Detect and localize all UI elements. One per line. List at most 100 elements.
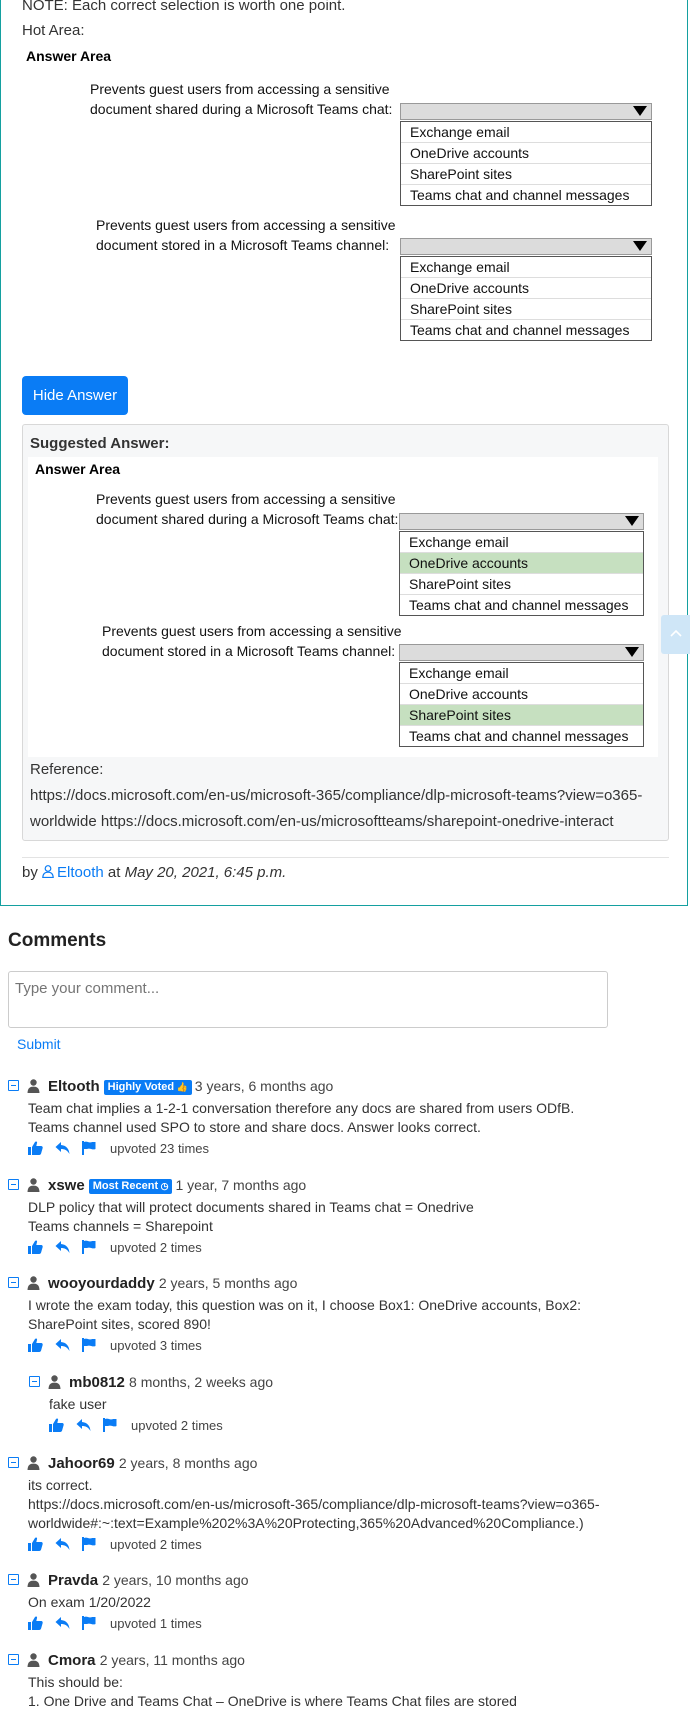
comment-body: fake user <box>49 1395 669 1414</box>
user-icon <box>48 1375 61 1389</box>
comment-body: On exam 1/20/2022 <box>28 1593 648 1612</box>
user-icon <box>27 1456 40 1470</box>
flag-icon[interactable] <box>82 1338 96 1352</box>
comment-username[interactable]: mb0812 <box>69 1374 125 1391</box>
comment-username[interactable]: Eltooth <box>48 1078 100 1095</box>
dropdown-option[interactable]: SharePoint sites <box>401 164 651 185</box>
comment-body: DLP policy that will protect documents s… <box>28 1198 648 1236</box>
comment-line: I wrote the exam today, this question wa… <box>28 1297 582 1313</box>
reply-icon[interactable] <box>55 1141 70 1155</box>
comment-username[interactable]: wooyourdaddy <box>48 1275 155 1292</box>
reply-icon[interactable] <box>55 1616 70 1630</box>
submit-button[interactable]: Submit <box>17 1036 61 1052</box>
upvote-icon[interactable] <box>28 1141 43 1155</box>
dropdown-1[interactable] <box>400 103 652 120</box>
dropdown-option[interactable]: Teams chat and channel messages <box>401 185 651 205</box>
suggested-answer-title: Suggested Answer: <box>30 435 170 452</box>
comment-username[interactable]: Jahoor69 <box>48 1455 115 1472</box>
comment-username[interactable]: xswe <box>48 1177 85 1194</box>
answer-area-label: Answer Area <box>26 48 112 64</box>
collapse-icon[interactable] <box>8 1179 19 1190</box>
comment-line: worldwide#:~:text=Example%202%3A%20Prote… <box>28 1515 584 1531</box>
dropdown-option[interactable]: Exchange email <box>401 122 651 143</box>
user-icon <box>27 1178 40 1192</box>
comment-username[interactable]: Pravda <box>48 1572 98 1589</box>
collapse-icon[interactable] <box>8 1574 19 1585</box>
collapse-icon[interactable] <box>8 1277 19 1288</box>
comment-username[interactable]: Cmora <box>48 1652 96 1669</box>
dropdown-2-list: Exchange email OneDrive accounts SharePo… <box>400 256 652 341</box>
suggested-statement-2: Prevents guest users from accessing a se… <box>102 621 402 661</box>
comment-header: Jahoor69 2 years, 8 months ago <box>8 1455 648 1473</box>
comment-line: 1. One Drive and Teams Chat – OneDrive i… <box>28 1693 517 1709</box>
statement-2-line2: document stored in a Microsoft Teams cha… <box>96 237 390 253</box>
dropdown-option[interactable]: SharePoint sites <box>401 299 651 320</box>
collapse-icon[interactable] <box>29 1376 40 1387</box>
comment-line: its correct. <box>28 1477 93 1493</box>
dropdown-option: SharePoint sites <box>400 574 643 595</box>
comment-user[interactable]: Cmora 2 years, 11 months ago <box>48 1652 245 1669</box>
dropdown-option: Exchange email <box>400 663 643 684</box>
comment-body: This should be: 1. One Drive and Teams Ch… <box>28 1673 648 1711</box>
comment-user[interactable]: mb0812 8 months, 2 weeks ago <box>69 1374 273 1391</box>
reply-icon[interactable] <box>55 1338 70 1352</box>
hot-area-label: Hot Area: <box>22 22 85 39</box>
reply-icon[interactable] <box>55 1537 70 1551</box>
upvote-icon[interactable] <box>28 1338 43 1352</box>
dropdown-option[interactable]: OneDrive accounts <box>401 278 651 299</box>
comment-user[interactable]: Eltooth Highly Voted 👍 3 years, 6 months a… <box>48 1078 333 1095</box>
comment: Eltooth Highly Voted 👍 3 years, 6 months a… <box>8 1078 648 1158</box>
flag-icon[interactable] <box>82 1537 96 1551</box>
suggested-statement-1: Prevents guest users from accessing a se… <box>96 489 398 529</box>
collapse-icon[interactable] <box>8 1080 19 1091</box>
dropdown-option[interactable]: Exchange email <box>401 257 651 278</box>
upvote-icon[interactable] <box>28 1537 43 1551</box>
dropdown-option[interactable]: Teams chat and channel messages <box>401 320 651 340</box>
flag-icon[interactable] <box>82 1240 96 1254</box>
dropdown-2[interactable] <box>400 238 652 255</box>
flag-icon[interactable] <box>103 1418 117 1432</box>
scroll-top-button[interactable] <box>661 615 690 654</box>
upvote-count: upvoted 2 times <box>110 1537 202 1552</box>
collapse-icon[interactable] <box>8 1457 19 1468</box>
dropdown-option-selected: SharePoint sites <box>400 705 643 726</box>
suggested-dropdown-2 <box>399 644 644 661</box>
upvote-count: upvoted 2 times <box>131 1418 223 1433</box>
dropdown-option: Teams chat and channel messages <box>409 597 629 613</box>
suggested-dropdown-1 <box>399 513 644 530</box>
dropdown-option: Teams chat and channel messages <box>409 728 629 744</box>
comment-header: Eltooth Highly Voted 👍 3 years, 6 months a… <box>8 1078 648 1096</box>
comment-user[interactable]: xswe Most Recent ◷ 1 year, 7 months ago <box>48 1177 306 1194</box>
upvote-icon[interactable] <box>28 1240 43 1254</box>
comment-user[interactable]: Pravda 2 years, 10 months ago <box>48 1572 249 1589</box>
comment-user[interactable]: Jahoor69 2 years, 8 months ago <box>48 1455 257 1472</box>
user-icon <box>42 865 54 878</box>
dropdown-option[interactable]: OneDrive accounts <box>401 143 651 164</box>
answer-area-label: Answer Area <box>35 461 121 477</box>
reply-icon[interactable] <box>76 1418 91 1432</box>
comment-input[interactable] <box>8 971 608 1028</box>
byline-user[interactable]: Eltooth <box>57 864 104 881</box>
flag-icon[interactable] <box>82 1616 96 1630</box>
comment-line: Team chat implies a 1-2-1 conversation t… <box>28 1100 575 1116</box>
comment: wooyourdaddy 2 years, 5 months ago I wrot… <box>8 1275 648 1355</box>
reply-icon[interactable] <box>55 1240 70 1254</box>
comment-line: https://docs.microsoft.com/en-us/microso… <box>28 1496 600 1512</box>
upvote-icon[interactable] <box>49 1418 64 1432</box>
hide-answer-button[interactable]: Hide Answer <box>22 376 128 415</box>
reference-text[interactable]: https://docs.microsoft.com/en-us/microso… <box>30 783 655 835</box>
suggested-answer-box: Suggested Answer: Answer Area Prevents g… <box>22 424 669 841</box>
flag-icon[interactable] <box>82 1141 96 1155</box>
dropdown-arrow-icon <box>633 241 647 251</box>
statement-line: document stored in a Microsoft Teams cha… <box>102 643 396 659</box>
upvote-icon[interactable] <box>28 1616 43 1630</box>
dropdown-option: OneDrive accounts <box>400 684 643 705</box>
thumbs-up-icon: 👍 <box>174 1082 188 1092</box>
user-icon <box>27 1573 40 1587</box>
comment-time: 2 years, 11 months ago <box>99 1652 245 1668</box>
upvote-count: upvoted 3 times <box>110 1338 202 1353</box>
collapse-icon[interactable] <box>8 1654 19 1665</box>
upvote-count: upvoted 1 times <box>110 1616 202 1631</box>
question-note: NOTE: Each correct selection is worth on… <box>22 0 346 14</box>
comment-user[interactable]: wooyourdaddy 2 years, 5 months ago <box>48 1275 297 1292</box>
